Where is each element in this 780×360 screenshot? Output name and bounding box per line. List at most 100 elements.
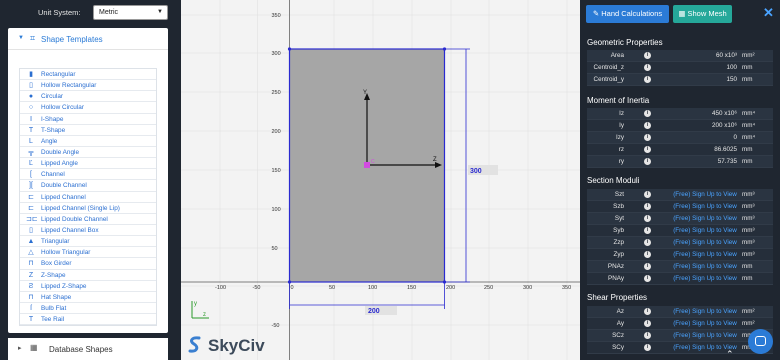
lipped-double-channel-icon: ⊐⊏ (26, 215, 38, 223)
info-icon[interactable]: i (644, 134, 651, 141)
centroid-label: C (371, 159, 375, 165)
shape-template-label: Hollow Circular (41, 104, 84, 112)
shape-template-item[interactable]: ⊐⊏ Lipped Double Channel (20, 214, 156, 225)
x-tick-label: 250 (484, 285, 493, 291)
shape-templates-header[interactable]: ▼ ⌗ Shape Templates (8, 28, 168, 50)
shape-template-item[interactable]: ][Double Channel (20, 180, 156, 192)
property-label: Syt (614, 215, 624, 222)
property-label: Iy (619, 122, 624, 129)
axis-y-label: Y (363, 90, 367, 96)
info-icon[interactable]: i (644, 308, 651, 315)
info-icon[interactable]: i (644, 239, 651, 246)
caret-right-icon: ▸ (18, 345, 22, 352)
shape-template-item[interactable]: Ⅰ I-Shape (20, 114, 156, 125)
info-icon[interactable]: i (644, 76, 651, 83)
shape-template-item[interactable]: ⊓ Hat Shape (20, 292, 156, 303)
shape-template-item[interactable]: ○ Hollow Circular (20, 102, 156, 114)
y-tick-label: -50 (272, 323, 280, 329)
info-icon[interactable]: i (644, 158, 651, 165)
x-tick-label: 200 (446, 285, 455, 291)
lipped-channel-box-icon: ▯ (29, 226, 33, 234)
info-icon[interactable]: i (644, 203, 651, 210)
properties-table: Szt i (Free) Sign Up to View mm³ Szb i (Free) … (587, 189, 773, 285)
section-canvas[interactable]: -100 -50 0 50 100 150 200 250 300 350 350 300 250 200… (181, 0, 580, 360)
hollow-rectangle-icon: ▯ (29, 82, 33, 90)
sign-up-link[interactable]: (Free) Sign Up to View (669, 203, 741, 210)
shape-template-item[interactable]: ▲ Triangular (20, 236, 156, 248)
show-mesh-label: Show Mesh (687, 9, 727, 18)
hand-calculations-button[interactable]: ✎ Hand Calculations (586, 5, 669, 23)
y-tick-label: 150 (272, 168, 281, 174)
shape-template-item[interactable]: ▯ Lipped Channel Box (20, 225, 156, 237)
close-icon[interactable]: ✕ (763, 5, 774, 21)
info-icon[interactable]: i (644, 215, 651, 222)
shape-template-item[interactable]: ▯ Hollow Rectangular (20, 80, 156, 92)
shape-template-label: Lipped Angle (41, 160, 78, 168)
shape-template-item[interactable]: ⊏ Lipped Channel (20, 192, 156, 203)
property-label: Szb (613, 203, 624, 210)
shape-template-label: I-Shape (41, 115, 64, 123)
sign-up-link[interactable]: (Free) Sign Up to View (669, 308, 741, 315)
shape-template-item[interactable]: ⊓ Box Girder (20, 258, 156, 270)
info-icon[interactable]: i (644, 146, 651, 153)
property-row: PNAy i (Free) Sign Up to View mm (587, 273, 773, 285)
shape-template-item[interactable]: △ Hollow Triangular (20, 247, 156, 259)
sign-up-link[interactable]: (Free) Sign Up to View (669, 191, 741, 198)
sign-up-link[interactable]: (Free) Sign Up to View (669, 227, 741, 234)
info-icon[interactable]: i (644, 52, 651, 59)
shape-template-item[interactable]: Ƨ Lipped Z-Shape (20, 281, 156, 292)
y-tick-label: 100 (272, 207, 281, 213)
info-icon[interactable]: i (644, 275, 651, 282)
shape-template-item[interactable]: [Channel (20, 169, 156, 181)
shape-template-item[interactable]: ▮ Rectangular (20, 69, 156, 81)
triangle-icon: ▲ (27, 238, 35, 246)
shape-template-item[interactable]: T T-Shape (20, 125, 156, 136)
info-icon[interactable]: i (644, 320, 651, 327)
sign-up-link[interactable]: (Free) Sign Up to View (669, 239, 741, 246)
sign-up-link[interactable]: (Free) Sign Up to View (669, 320, 741, 327)
info-icon[interactable]: i (644, 344, 651, 351)
show-mesh-button[interactable]: ▦ Show Mesh (673, 5, 732, 23)
sign-up-link[interactable]: (Free) Sign Up to View (669, 263, 741, 270)
chat-support-button[interactable] (748, 329, 773, 354)
info-icon[interactable]: i (644, 191, 651, 198)
shape-template-item[interactable]: Ľ Lipped Angle (20, 158, 156, 170)
shape-template-label: Lipped Channel (41, 193, 86, 201)
shape-template-item[interactable]: Z Z-Shape (20, 270, 156, 281)
shape-template-label: Lipped Channel (Single Lip) (41, 204, 120, 212)
hollow-circle-icon: ○ (28, 104, 34, 112)
x-tick-label: -50 (253, 285, 261, 291)
y-tick-label: 250 (272, 90, 281, 96)
info-icon[interactable]: i (644, 332, 651, 339)
sign-up-link[interactable]: (Free) Sign Up to View (669, 332, 741, 339)
sign-up-link[interactable]: (Free) Sign Up to View (669, 275, 741, 282)
info-icon[interactable]: i (644, 227, 651, 234)
database-icon: ▦ (30, 343, 38, 352)
shape-template-item[interactable]: ╦ Double Angle (20, 147, 156, 159)
info-icon[interactable]: i (644, 263, 651, 270)
shape-template-item[interactable]: ſ Bulb Flat (20, 303, 156, 315)
property-row: SCy i (Free) Sign Up to View mm (587, 342, 773, 354)
property-row: Izy i 0 mm⁴ (587, 132, 773, 144)
sign-up-link[interactable]: (Free) Sign Up to View (669, 215, 741, 222)
y-tick-label: 300 (272, 51, 281, 57)
database-shapes-header[interactable]: ▸ ▦ Database Shapes (8, 338, 168, 360)
property-row: Syb i (Free) Sign Up to View mm³ (587, 225, 773, 237)
shape-template-item[interactable]: ⊏ Lipped Channel (Single Lip) (20, 203, 156, 214)
info-icon[interactable]: i (644, 251, 651, 258)
shape-template-item[interactable]: T Tee Rail (20, 314, 156, 326)
shape-vertex[interactable] (287, 47, 292, 51)
shape-template-item[interactable]: L Angle (20, 136, 156, 147)
y-tick-label: 200 (272, 129, 281, 135)
info-icon[interactable]: i (644, 64, 651, 71)
property-unit: mm³ (742, 227, 755, 234)
skyciv-logo-text: SkyCiv (208, 336, 265, 355)
property-unit: mm⁴ (742, 110, 756, 117)
unit-system-select[interactable]: Metric ▼ (93, 5, 168, 20)
chevron-up-icon[interactable]: ⌃ (726, 349, 734, 360)
info-icon[interactable]: i (644, 110, 651, 117)
shape-template-item[interactable]: ● Circular (20, 91, 156, 103)
sign-up-link[interactable]: (Free) Sign Up to View (669, 251, 741, 258)
shape-template-label: Triangular (41, 238, 70, 246)
info-icon[interactable]: i (644, 122, 651, 129)
